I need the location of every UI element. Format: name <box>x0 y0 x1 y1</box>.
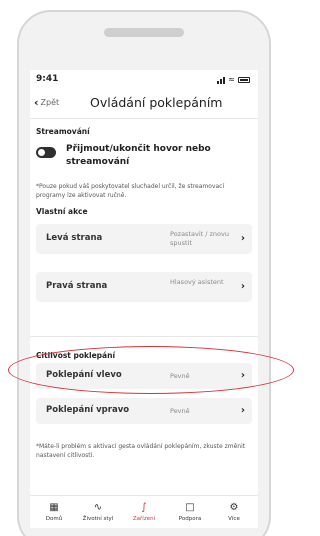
sensitivity-right-value: Pevně <box>170 407 190 415</box>
chevron-left-icon: ‹ <box>34 95 39 109</box>
section-title-sensitivity: Citlivost poklepání <box>36 351 116 360</box>
tab-support-label: Podpora <box>178 516 202 522</box>
chat-bubble-icon: □ <box>185 502 195 513</box>
tab-more-label: Více <box>228 516 240 522</box>
section-title-custom-actions: Vlastní akce <box>36 207 88 216</box>
sensitivity-left-label: Poklepání vlevo <box>46 370 122 380</box>
activity-icon: ∿ <box>93 502 103 513</box>
chevron-right-icon: › <box>240 370 245 381</box>
custom-action-right-label: Pravá strana <box>46 281 108 291</box>
custom-action-left-label: Levá strana <box>46 233 103 243</box>
custom-action-left[interactable]: Levá strana Pozastavit / znovu spustit › <box>36 224 252 254</box>
tab-bar: ▦ Domů ∿ Životní styl ∫ Zařízení □ Podpo… <box>30 498 258 528</box>
streaming-note: *Pouze pokud váš poskytovatel sluchadel … <box>36 183 225 199</box>
header-divider <box>30 118 258 119</box>
gear-icon: ⚙ <box>229 502 239 513</box>
streaming-toggle[interactable] <box>36 147 56 158</box>
status-icons: ≈ <box>217 76 250 84</box>
phone-speaker <box>104 28 184 37</box>
status-time: 9:41 <box>36 74 59 84</box>
sensitivity-note: *Máte-li problém s aktivací gesta ovládá… <box>36 443 246 459</box>
back-button[interactable]: ‹ Zpět <box>34 95 60 109</box>
custom-action-left-value: Pozastavit / znovu spustit <box>170 230 229 247</box>
tab-home-label: Domů <box>45 516 63 522</box>
tab-lifestyle-label: Životní styl <box>82 516 114 522</box>
tab-support[interactable]: □ Podpora <box>168 502 212 522</box>
battery-icon <box>238 77 250 83</box>
tab-home[interactable]: ▦ Domů <box>32 502 76 522</box>
nav-header: ‹ Zpět Ovládání poklepáním <box>30 94 258 116</box>
section-title-streaming: Streamování <box>36 127 90 136</box>
sensitivity-left[interactable]: Poklepání vlevo Pevně › <box>36 363 252 389</box>
hearing-aid-icon: ∫ <box>141 502 147 513</box>
status-bar: 9:41 ≈ <box>30 74 258 90</box>
sensitivity-left-value: Pevně <box>170 372 190 380</box>
page-title: Ovládání poklepáním <box>90 95 223 110</box>
home-grid-icon: ▦ <box>49 502 59 513</box>
sensitivity-right[interactable]: Poklepání vpravo Pevně › <box>36 398 252 424</box>
back-label: Zpět <box>40 98 60 107</box>
signal-icon <box>217 76 226 84</box>
custom-action-right[interactable]: Pravá strana Hlasový asistent › <box>36 272 252 302</box>
chevron-right-icon: › <box>240 233 245 244</box>
tab-devices[interactable]: ∫ Zařízení <box>122 502 166 522</box>
chevron-right-icon: › <box>240 405 245 416</box>
custom-action-right-value: Hlasový asistent <box>170 278 224 286</box>
tab-devices-label: Zařízení <box>132 516 156 522</box>
wifi-icon: ≈ <box>228 75 235 84</box>
sensitivity-right-label: Poklepání vpravo <box>46 405 130 415</box>
streaming-toggle-label: Přijmout/ukončit hovor nebo streamování <box>66 144 211 167</box>
app-screen: 9:41 ≈ ‹ Zpět Ovládání poklepáním Stream… <box>30 70 258 528</box>
tabbar-divider <box>30 495 258 496</box>
tab-lifestyle[interactable]: ∿ Životní styl <box>76 502 120 522</box>
chevron-right-icon: › <box>240 281 245 292</box>
tab-more[interactable]: ⚙ Více <box>212 502 256 522</box>
section-divider <box>30 336 258 337</box>
